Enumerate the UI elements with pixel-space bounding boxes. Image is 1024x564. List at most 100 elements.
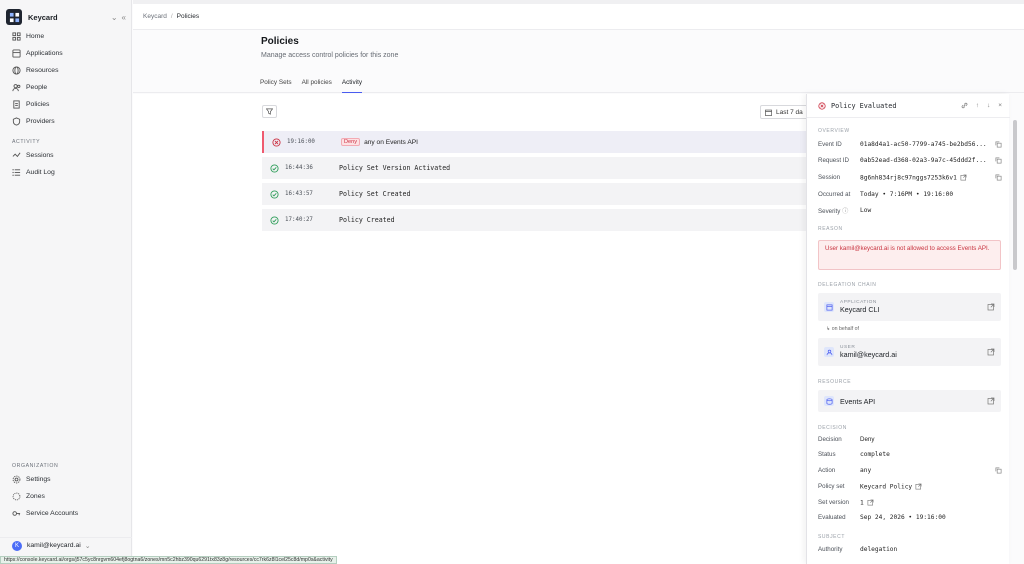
nav-item-audit-log[interactable]: Audit Log bbox=[0, 164, 132, 181]
decision-section-label: DECISION bbox=[818, 425, 847, 431]
nav-label: Resources bbox=[26, 67, 59, 74]
top-bar: Keycard / Policies bbox=[133, 0, 1024, 30]
field-value: 0ab52ead-d368-02a3-9a7c-45ddd2f... bbox=[860, 157, 987, 164]
nav-item-people[interactable]: People bbox=[0, 79, 132, 96]
list-icon bbox=[12, 168, 21, 177]
external-link-icon[interactable] bbox=[987, 303, 995, 311]
top-divider bbox=[133, 0, 1024, 4]
subject-section-label: SUBJECT bbox=[818, 534, 845, 540]
external-link-icon[interactable] bbox=[915, 483, 922, 490]
event-row[interactable]: 16:43:57 Policy Set Created J bbox=[262, 183, 824, 205]
org-switcher[interactable]: Keycard ⌄ « bbox=[6, 8, 126, 26]
panel-header: Policy Evaluated ↑ ↓ × bbox=[807, 94, 1010, 118]
overview-row: Session 8g6nh834rj8c97nggs7253k6v1 bbox=[818, 172, 1002, 183]
field-label: Authority bbox=[818, 546, 843, 553]
nav-item-settings[interactable]: Settings bbox=[0, 471, 132, 488]
copy-icon[interactable] bbox=[995, 174, 1002, 181]
collapse-sidebar-icon[interactable]: « bbox=[122, 13, 126, 22]
tab-policy-sets[interactable]: Policy Sets bbox=[260, 79, 292, 93]
nav-label: Sessions bbox=[26, 152, 54, 159]
application-text: APPLICATION Keycard CLI bbox=[840, 300, 987, 314]
page-subtitle: Manage access control policies for this … bbox=[261, 52, 399, 59]
sessions-icon bbox=[12, 151, 21, 160]
event-row[interactable]: 16:44:36 Policy Set Version Activated J bbox=[262, 157, 824, 179]
globe-icon bbox=[12, 66, 21, 75]
nav-label: Service Accounts bbox=[26, 510, 79, 517]
page-title: Policies bbox=[261, 36, 299, 47]
chevron-down-icon[interactable]: ⌄ bbox=[111, 13, 118, 22]
nav-item-service-accounts[interactable]: Service Accounts bbox=[0, 505, 132, 522]
overview-row: Occurred at Today • 7:16PM • 19:16:00 bbox=[818, 189, 1002, 200]
subject-row: Authority delegation bbox=[818, 544, 1002, 555]
nav-item-sessions[interactable]: Sessions bbox=[0, 147, 132, 164]
link-icon[interactable] bbox=[961, 102, 968, 109]
external-link-icon[interactable] bbox=[987, 348, 995, 356]
breadcrumb-root[interactable]: Keycard bbox=[143, 13, 167, 20]
arrow-down-icon[interactable]: ↓ bbox=[987, 102, 990, 109]
deny-status-icon bbox=[272, 137, 281, 147]
event-row[interactable]: 17:40:27 Policy Created J bbox=[262, 209, 824, 231]
user-menu[interactable]: K kamil@keycard.ai ⌄ bbox=[0, 537, 132, 553]
activity-section-label: ACTIVITY bbox=[12, 139, 41, 145]
external-link-icon[interactable] bbox=[867, 499, 874, 506]
chevron-down-icon[interactable]: ⌄ bbox=[85, 542, 91, 550]
field-value: 01a8d4a1-ac50-7799-a745-be2bd56... bbox=[860, 141, 987, 148]
field-value[interactable]: Keycard Policy bbox=[860, 483, 912, 490]
nav-item-policies[interactable]: Policies bbox=[0, 96, 132, 113]
decision-row: Set version 1 bbox=[818, 497, 1002, 508]
event-row[interactable]: 19:16:00 Deny any on Events API bbox=[262, 131, 822, 153]
application-card[interactable]: APPLICATION Keycard CLI bbox=[818, 293, 1001, 321]
external-link-icon[interactable] bbox=[987, 397, 995, 405]
reason-callout: User kamil@keycard.ai is not allowed to … bbox=[818, 240, 1001, 270]
breadcrumb-current: Policies bbox=[176, 13, 200, 20]
field-label: Event ID bbox=[818, 141, 842, 148]
shield-icon bbox=[12, 117, 21, 126]
copy-icon[interactable] bbox=[995, 141, 1002, 148]
arrow-up-icon[interactable]: ↑ bbox=[976, 102, 979, 109]
event-text: Policy Set Created bbox=[339, 190, 411, 198]
field-value[interactable]: 1 bbox=[860, 499, 864, 506]
user-text: USER kamil@keycard.ai bbox=[840, 345, 987, 359]
nav-item-providers[interactable]: Providers bbox=[0, 113, 132, 130]
nav-label: Home bbox=[26, 33, 45, 40]
organization-nav: ORGANIZATION Settings Zones Service Acco… bbox=[0, 461, 132, 522]
activity-nav: ACTIVITY Sessions Audit Log bbox=[0, 137, 132, 181]
copy-icon[interactable] bbox=[995, 157, 1002, 164]
main-nav: Home Applications Resources People Polic… bbox=[0, 28, 132, 130]
field-label: Session bbox=[818, 174, 841, 181]
panel-title: Policy Evaluated bbox=[831, 101, 897, 110]
deny-badge: Deny bbox=[341, 138, 361, 146]
filter-button[interactable] bbox=[262, 105, 277, 118]
nav-item-resources[interactable]: Resources bbox=[0, 62, 132, 79]
application-name: Keycard CLI bbox=[840, 305, 880, 314]
org-name: Keycard bbox=[28, 12, 58, 22]
panel-scrollbar[interactable] bbox=[1013, 120, 1017, 270]
delegation-chain-label: DELEGATION CHAIN bbox=[818, 282, 877, 288]
nav-item-home[interactable]: Home bbox=[0, 28, 132, 45]
nav-label: People bbox=[26, 84, 48, 91]
decision-row: Decision Deny bbox=[818, 434, 1002, 445]
event-text: any on Events API bbox=[364, 138, 418, 146]
field-value: complete bbox=[860, 451, 890, 458]
nav-item-applications[interactable]: Applications bbox=[0, 45, 132, 62]
sidebar: Keycard ⌄ « Home Applications Resources … bbox=[0, 0, 132, 564]
field-value[interactable]: 8g6nh834rj8c97nggs7253k6v1 bbox=[860, 174, 957, 181]
copy-icon[interactable] bbox=[995, 467, 1002, 474]
nav-item-zones[interactable]: Zones bbox=[0, 488, 132, 505]
tab-activity[interactable]: Activity bbox=[341, 79, 363, 93]
field-label: Policy set bbox=[818, 483, 845, 490]
tab-bar: Policy Sets All policies Activity bbox=[260, 79, 372, 93]
user-card[interactable]: USER kamil@keycard.ai bbox=[818, 338, 1001, 366]
external-link-icon[interactable] bbox=[960, 174, 967, 181]
tab-all-policies[interactable]: All policies bbox=[302, 79, 332, 93]
check-circle-icon bbox=[270, 189, 279, 199]
keycard-logo-icon bbox=[6, 9, 22, 25]
close-icon[interactable]: × bbox=[998, 102, 1002, 109]
resource-card[interactable]: Events API bbox=[818, 390, 1001, 412]
event-time: 16:44:36 bbox=[285, 165, 313, 171]
field-label: Severity ⓘ bbox=[818, 206, 860, 215]
document-icon bbox=[12, 100, 21, 109]
event-text: Policy Set Version Activated bbox=[339, 164, 451, 172]
field-label: Status bbox=[818, 451, 836, 458]
apps-icon bbox=[12, 49, 21, 58]
